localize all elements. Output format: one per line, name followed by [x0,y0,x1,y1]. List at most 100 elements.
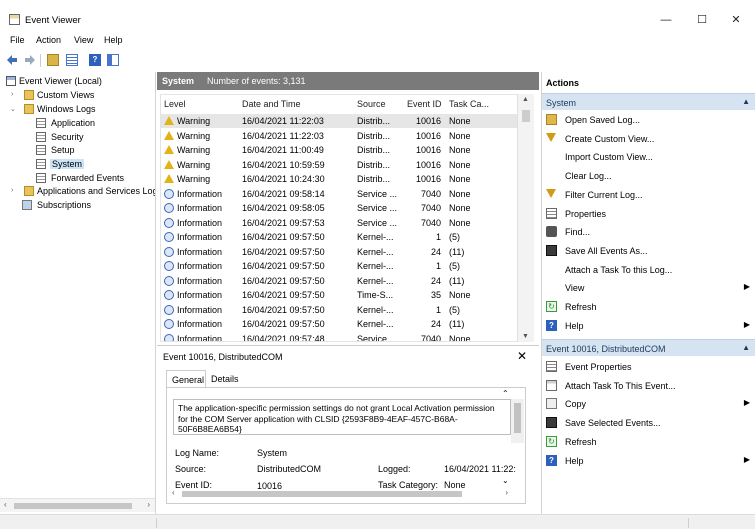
event-action-attach-task-to-this-event[interactable]: Attach Task To This Event... [542,378,755,394]
cell-source: Distrib... [357,159,391,170]
table-row[interactable]: Information 16/04/2021 09:57:50 Kernel-...… [161,230,521,244]
help-icon[interactable]: ? [89,54,101,66]
table-row[interactable]: Information 16/04/2021 09:57:50 Kernel-...… [161,259,521,273]
table-row[interactable]: Warning 16/04/2021 11:22:03 Distrib... None… [161,129,521,143]
event-action-help[interactable]: ? Help ▶ [542,453,755,469]
table-row[interactable]: Information 16/04/2021 09:57:50 Time-S... N… [161,288,521,302]
table-view-icon[interactable] [66,54,78,66]
open-folder-icon[interactable] [47,54,59,66]
event-action-copy[interactable]: Copy ▶ [542,396,755,412]
table-row[interactable]: Warning 16/04/2021 10:24:30 Distrib... None… [161,172,521,186]
menu-action[interactable]: Action [36,35,61,45]
table-row[interactable]: Information 16/04/2021 09:57:48 Service ..… [161,332,521,341]
message-scrollbar[interactable] [511,399,524,443]
table-row[interactable]: Warning 16/04/2021 10:59:59 Distrib... None… [161,158,521,172]
cell-level: Warning [177,130,211,141]
back-arrow-icon[interactable] [6,54,18,66]
action-attach-a-task-to-this-log[interactable]: Attach a Task To this Log... [542,262,755,278]
warning-icon [164,174,174,183]
detail-scroll-up-icon[interactable]: ⌃ [502,389,509,398]
column-header-source[interactable]: Source [357,99,386,109]
table-row[interactable]: Warning 16/04/2021 11:22:03 Distrib... None… [161,114,521,128]
expand-custom-views-icon[interactable]: › [11,91,13,98]
action-find[interactable]: Find... [542,224,755,240]
menu-view[interactable]: View [74,35,93,45]
menu-file[interactable]: File [10,35,25,45]
close-button[interactable]: ✕ [726,11,746,29]
event-action-refresh[interactable]: ↻ Refresh [542,434,755,450]
scrollbar-thumb[interactable] [522,110,530,122]
information-icon [164,203,174,213]
table-row[interactable]: Information 16/04/2021 09:57:50 Kernel-...… [161,303,521,317]
cell-source: Distrib... [357,174,391,184]
actions-section-event[interactable]: Event 10016, DistributedCOM ▲ [542,339,755,356]
table-row[interactable]: Information 16/04/2021 09:57:50 Kernel-...… [161,245,521,259]
cell-task: None [449,203,471,213]
action-refresh[interactable]: ↻ Refresh [542,299,755,315]
column-header-event-id[interactable]: Event ID [407,99,442,109]
tab-details[interactable]: Details [211,370,239,388]
collapse-section-icon[interactable]: ▲ [742,97,750,106]
detail-horizontal-scrollbar[interactable]: ‹ › [170,488,510,500]
action-open-saved-log[interactable]: Open Saved Log... [542,112,755,128]
table-row[interactable]: Information 16/04/2021 09:58:05 Service ..… [161,201,521,215]
collapse-section-icon[interactable]: ▲ [742,343,750,352]
table-row[interactable]: Information 16/04/2021 09:57:53 Service ..… [161,216,521,230]
scroll-up-icon[interactable]: ▲ [522,96,529,103]
collapse-windows-logs-icon[interactable]: ⌄ [10,105,16,113]
detail-scroll-down-icon[interactable]: ⌄ [502,476,509,485]
label-source: Source: [175,464,207,474]
column-header-date-time[interactable]: Date and Time [242,99,301,109]
action-clear-log[interactable]: Clear Log... [542,168,755,184]
warning-icon [164,145,174,154]
menu-help[interactable]: Help [104,35,123,45]
table-row[interactable]: Information 16/04/2021 09:58:14 Service ..… [161,187,521,201]
expand-apps-services-icon[interactable]: › [11,187,13,194]
cell-date: 16/04/2021 09:57:50 [242,261,325,271]
table-row[interactable]: Information 16/04/2021 09:57:50 Kernel-...… [161,317,521,331]
column-header-task-category[interactable]: Task Ca... [449,99,489,109]
cell-source: Kernel-... [357,246,394,257]
scroll-left-icon[interactable]: ‹ [172,488,175,497]
action-properties[interactable]: Properties [542,206,755,222]
close-detail-icon[interactable]: ✕ [517,349,527,363]
actions-section-system[interactable]: System ▲ [542,93,755,110]
cell-source: Service ... [357,217,398,228]
cell-date: 16/04/2021 09:57:50 [242,246,325,257]
forward-arrow-icon[interactable] [24,54,36,66]
maximize-button[interactable]: ☐ [692,11,712,29]
cell-date: 16/04/2021 09:58:05 [242,203,325,213]
scroll-right-icon[interactable]: › [147,500,150,509]
cell-task: None [449,145,471,155]
cell-event-id: 10016 [415,159,441,170]
tab-general[interactable]: General [166,370,206,388]
scroll-right-icon[interactable]: › [505,488,508,497]
scrollbar-thumb[interactable] [14,503,132,509]
information-icon [164,261,174,271]
table-row[interactable]: Information 16/04/2021 09:57:50 Kernel-...… [161,274,521,288]
action-import-custom-view[interactable]: Import Custom View... [542,149,755,165]
cell-level: Information [177,188,223,199]
action-view[interactable]: View ▶ [542,280,755,296]
action-save-all-events-as[interactable]: Save All Events As... [542,243,755,259]
scroll-down-icon[interactable]: ▼ [522,333,529,340]
action-help[interactable]: ? Help ▶ [542,318,755,334]
tree-horizontal-scrollbar[interactable]: ‹ › [0,498,155,512]
events-vertical-scrollbar[interactable]: ▲ ▼ [517,94,534,342]
status-separator [688,518,689,528]
column-header-level[interactable]: Level [164,99,186,109]
event-action-event-properties[interactable]: Event Properties [542,359,755,375]
action-filter-current-log[interactable]: Filter Current Log... [542,187,755,203]
scrollbar-thumb[interactable] [514,403,521,433]
scroll-left-icon[interactable]: ‹ [4,500,7,509]
scrollbar-thumb[interactable] [182,491,462,497]
information-icon [164,304,174,315]
cell-event-id: 24 [430,319,441,329]
cell-date: 16/04/2021 09:57:50 [242,232,325,242]
minimize-button[interactable]: — [656,11,676,29]
show-pane-icon[interactable] [107,54,119,66]
event-action-save-selected-events[interactable]: Save Selected Events... [542,415,755,431]
table-row[interactable]: Warning 16/04/2021 11:00:49 Distrib... None… [161,143,521,157]
value-log-name: System [257,448,288,458]
action-create-custom-view[interactable]: Create Custom View... [542,131,755,147]
